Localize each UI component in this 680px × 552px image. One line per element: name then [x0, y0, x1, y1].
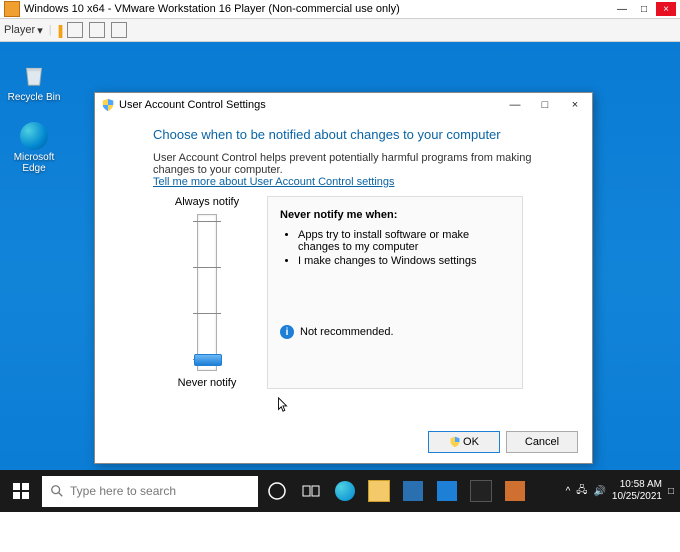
shield-icon — [101, 98, 115, 112]
vmware-maximize[interactable]: □ — [634, 2, 654, 16]
vmware-titlebar: Windows 10 x64 - VMware Workstation 16 P… — [0, 0, 680, 19]
recycle-bin-label: Recycle Bin — [4, 92, 64, 103]
taskbar-clock[interactable]: 10:58 AM 10/25/2021 — [612, 479, 662, 503]
cmd-taskbar-icon[interactable] — [464, 470, 498, 512]
slider-label-top: Always notify — [167, 196, 247, 208]
search-icon — [50, 484, 64, 498]
vmware-close[interactable]: × — [656, 2, 676, 16]
uac-slider[interactable] — [197, 214, 217, 371]
vmware-toolbar: Player ▾ | || — [0, 19, 680, 42]
slider-label-bottom: Never notify — [167, 377, 247, 389]
shield-icon — [449, 436, 461, 448]
uac-window: User Account Control Settings — □ × Choo… — [94, 92, 593, 464]
search-placeholder: Type here to search — [70, 484, 176, 498]
mouse-cursor-icon — [277, 397, 289, 413]
not-recommended-text: Not recommended. — [300, 326, 394, 338]
cortana-icon[interactable] — [260, 470, 294, 512]
taskbar: Type here to search ^ 🖧 🔊 10:58 AM 10/25… — [0, 470, 680, 512]
cancel-button[interactable]: Cancel — [506, 431, 578, 453]
uac-titlebar[interactable]: User Account Control Settings — □ × — [95, 93, 592, 117]
recycle-bin-icon[interactable]: Recycle Bin — [4, 58, 64, 103]
uac-maximize[interactable]: □ — [532, 96, 558, 114]
guest-desktop[interactable]: Recycle Bin Microsoft Edge User Account … — [0, 42, 680, 512]
pause-icon[interactable]: || — [58, 22, 62, 38]
vmware-window-controls: — □ × — [612, 2, 676, 16]
toolbar-fullscreen-icon[interactable] — [89, 22, 105, 38]
tray-chevron-icon[interactable]: ^ — [566, 486, 571, 497]
app-taskbar-icon[interactable] — [498, 470, 532, 512]
toolbar-send-keys-icon[interactable] — [67, 22, 83, 38]
tray-sound-icon[interactable]: 🔊 — [593, 486, 605, 497]
uac-description: User Account Control helps prevent poten… — [153, 152, 562, 176]
edge-taskbar-icon[interactable] — [328, 470, 362, 512]
uac-learn-more-link[interactable]: Tell me more about User Account Control … — [153, 176, 395, 188]
search-input[interactable]: Type here to search — [42, 476, 258, 507]
uac-minimize[interactable]: — — [502, 96, 528, 114]
slider-thumb[interactable] — [194, 354, 222, 366]
uac-close[interactable]: × — [562, 96, 588, 114]
explorer-taskbar-icon[interactable] — [362, 470, 396, 512]
system-tray: ^ 🖧 🔊 10:58 AM 10/25/2021 □ — [566, 479, 680, 503]
player-menu[interactable]: Player ▾ — [4, 24, 43, 37]
vmware-minimize[interactable]: — — [612, 2, 632, 16]
toolbar-unity-icon[interactable] — [111, 22, 127, 38]
tray-network-icon[interactable]: 🖧 — [576, 483, 587, 500]
info-title: Never notify me when: — [280, 209, 397, 221]
uac-info-panel: Never notify me when: Apps try to instal… — [267, 196, 523, 389]
uac-title-text: User Account Control Settings — [119, 99, 266, 111]
info-bullet-2: I make changes to Windows settings — [298, 255, 510, 267]
uac-heading: Choose when to be notified about changes… — [153, 127, 562, 142]
info-icon: i — [280, 325, 294, 339]
store-taskbar-icon[interactable] — [396, 470, 430, 512]
vmware-title-text: Windows 10 x64 - VMware Workstation 16 P… — [24, 3, 400, 15]
info-bullet-1: Apps try to install software or make cha… — [298, 229, 510, 253]
edge-label: Microsoft Edge — [4, 152, 64, 174]
start-button[interactable] — [0, 470, 42, 512]
vmware-icon — [4, 1, 20, 17]
task-view-icon[interactable] — [294, 470, 328, 512]
edge-icon[interactable]: Microsoft Edge — [4, 122, 64, 174]
mail-taskbar-icon[interactable] — [430, 470, 464, 512]
notifications-icon[interactable]: □ — [668, 486, 674, 497]
ok-button[interactable]: OK — [428, 431, 500, 453]
